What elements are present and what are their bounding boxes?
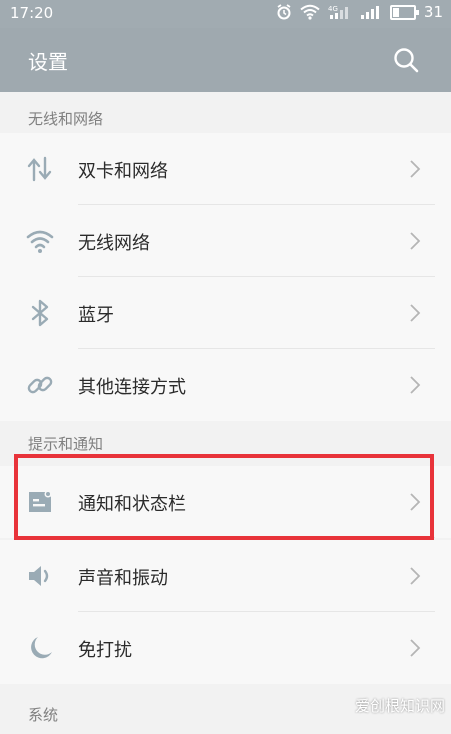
- chevron-right-icon: [410, 304, 421, 322]
- settings-item-wifi[interactable]: 无线网络: [0, 205, 451, 277]
- battery-level: 31: [423, 3, 443, 21]
- chevron-right-icon: [410, 567, 421, 585]
- page-title: 设置: [28, 50, 68, 74]
- settings-item-sound[interactable]: 声音和振动: [0, 540, 451, 612]
- chevron-right-icon: [410, 376, 421, 394]
- settings-item-label: 无线网络: [78, 233, 150, 254]
- link-icon: [27, 376, 53, 394]
- alarm-icon: [277, 4, 291, 20]
- section-header-wireless: 无线和网络: [0, 96, 451, 138]
- section-title: 系统: [28, 706, 59, 724]
- section-title: 提示和通知: [28, 435, 104, 453]
- settings-item-label: 蓝牙: [78, 305, 114, 326]
- chevron-right-icon: [410, 232, 421, 250]
- highlight-box: [14, 454, 434, 540]
- dual-sim-arrows-icon: [27, 156, 52, 182]
- watermark: 爱创根知识网: [354, 697, 445, 715]
- wifi-status-icon: [300, 4, 320, 20]
- settings-item-bluetooth[interactable]: 蓝牙: [0, 277, 451, 349]
- wifi-icon: [26, 230, 54, 253]
- chevron-right-icon: [410, 639, 421, 657]
- moon-icon: [31, 637, 52, 659]
- signal-4g-icon: 4G: [328, 5, 348, 19]
- search-icon[interactable]: [393, 47, 419, 73]
- settings-item-dual-sim[interactable]: 双卡和网络: [0, 133, 451, 205]
- settings-item-do-not-disturb[interactable]: 免打扰: [0, 612, 451, 684]
- battery-icon: [389, 4, 419, 20]
- app-bar: 设置: [0, 28, 451, 92]
- settings-item-label: 免打扰: [78, 640, 132, 661]
- speaker-icon: [29, 566, 49, 586]
- status-bar: 17:20 4G 31: [0, 0, 451, 28]
- settings-item-label: 声音和振动: [78, 568, 168, 589]
- settings-item-label: 其他连接方式: [78, 377, 186, 398]
- status-time: 17:20: [10, 4, 54, 22]
- bluetooth-icon: [31, 299, 49, 327]
- chevron-right-icon: [410, 160, 421, 178]
- settings-item-other-connections[interactable]: 其他连接方式: [0, 349, 451, 421]
- status-icons: 4G 31: [276, 3, 443, 21]
- signal-icon: [360, 6, 379, 19]
- svg-text:4G: 4G: [328, 5, 338, 13]
- section-title: 无线和网络: [28, 110, 104, 128]
- settings-item-label: 双卡和网络: [78, 161, 168, 182]
